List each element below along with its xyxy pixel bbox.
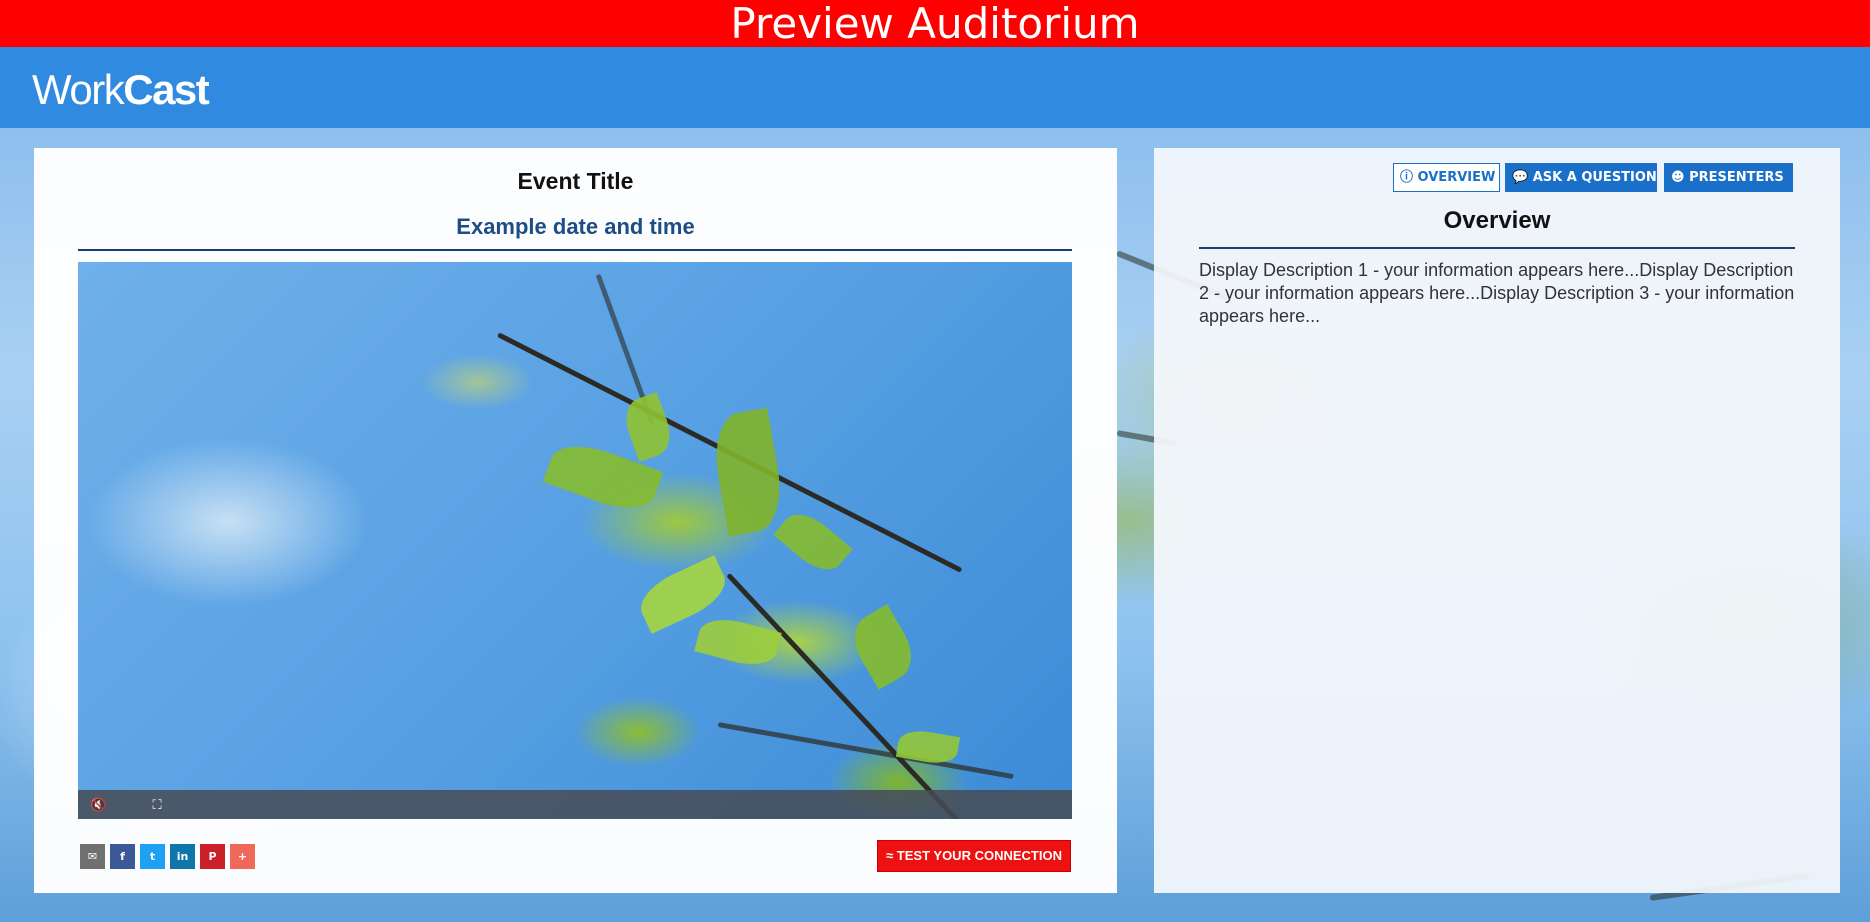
tab-overview-label: OVERVIEW [1417, 170, 1496, 185]
brand-bar: WorkCast [0, 47, 1870, 128]
twitter-share-button[interactable]: t [140, 844, 165, 869]
test-connection-label: TEST YOUR CONNECTION [896, 848, 1062, 863]
tab-presenters[interactable]: ☻ PRESENTERS [1664, 163, 1793, 192]
info-panel: ⓘ OVERVIEW 💬 ASK A QUESTION ☻ PRESENTERS… [1154, 148, 1840, 893]
event-date: Example date and time [456, 214, 695, 239]
info-icon: ⓘ [1400, 170, 1414, 185]
tab-presenters-label: PRESENTERS [1689, 170, 1784, 185]
facebook-share-button[interactable]: f [110, 844, 135, 869]
video-player[interactable]: 🔇 ⛶ [78, 262, 1072, 819]
user-circle-icon: ☻ [1671, 170, 1685, 185]
video-controls: 🔇 ⛶ [78, 790, 1072, 819]
video-leaf [708, 407, 788, 537]
divider [1199, 247, 1795, 249]
chat-icon: 💬 [1512, 170, 1529, 185]
preview-banner: Preview Auditorium [0, 0, 1870, 47]
video-leaf [773, 504, 853, 580]
workcast-logo: WorkCast [32, 65, 210, 114]
tab-ask-question[interactable]: 💬 ASK A QUESTION [1505, 163, 1657, 192]
more-share-button[interactable]: + [230, 844, 255, 869]
video-branch [726, 572, 976, 819]
logo-text-cast: Cast [123, 66, 210, 113]
tab-ask-question-label: ASK A QUESTION [1532, 170, 1657, 185]
tab-overview[interactable]: ⓘ OVERVIEW [1393, 163, 1500, 192]
pinterest-share-button[interactable]: P [200, 844, 225, 869]
video-branch [717, 722, 1014, 780]
divider [78, 249, 1072, 251]
wifi-icon: ≈ [886, 848, 894, 863]
overview-heading: Overview [1443, 207, 1551, 234]
event-panel: Event Title Example date and time 🔇 ⛶ ✉ … [34, 148, 1117, 893]
overview-description: Display Description 1 - your information… [1199, 260, 1795, 326]
muted-speaker-icon[interactable]: 🔇 [90, 797, 106, 813]
preview-banner-title: Preview Auditorium [730, 0, 1140, 48]
logo-text-work: Work [32, 66, 125, 113]
linkedin-share-button[interactable]: in [170, 844, 195, 869]
video-leaf [843, 604, 923, 690]
test-connection-button[interactable]: ≈ TEST YOUR CONNECTION [877, 840, 1071, 872]
fullscreen-icon[interactable]: ⛶ [149, 797, 165, 813]
event-title: Event Title [517, 168, 634, 194]
email-share-button[interactable]: ✉ [80, 844, 105, 869]
